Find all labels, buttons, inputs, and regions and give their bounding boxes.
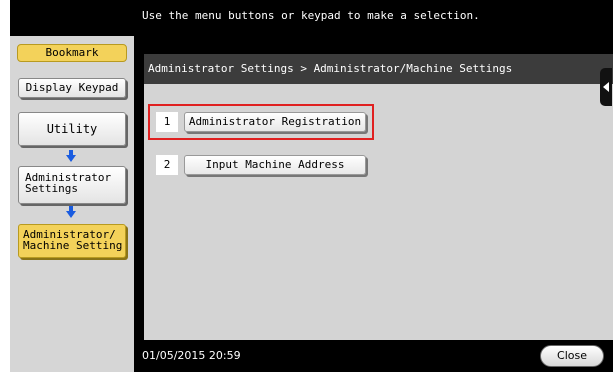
bookmark-button[interactable]: Bookmark (17, 44, 127, 62)
admin-settings-label-line2: Settings (25, 182, 78, 195)
selection-highlight (148, 104, 374, 140)
instruction-message: Use the menu buttons or keypad to make a… (142, 9, 480, 22)
down-arrow-icon (66, 206, 76, 218)
input-machine-address-button[interactable]: Input Machine Address (184, 155, 366, 175)
main-area: Use the menu buttons or keypad to make a… (134, 0, 613, 372)
left-sidebar: Bookmark Display Keypad Utility Administ… (10, 0, 134, 372)
breadcrumb: Administrator Settings > Administrator/M… (148, 62, 513, 75)
utility-button[interactable]: Utility (18, 112, 126, 146)
status-bar: 01/05/2015 20:59 Close (134, 340, 613, 372)
close-button[interactable]: Close (540, 345, 604, 367)
datetime: 01/05/2015 20:59 (142, 349, 241, 362)
machine-setting-label-line2: Machine Setting (23, 239, 123, 252)
sidebar-header (10, 0, 134, 36)
item-number: 2 (156, 155, 178, 175)
administrator-settings-button[interactable]: Administrator Settings (18, 166, 126, 204)
display-keypad-button[interactable]: Display Keypad (18, 78, 126, 98)
panel-collapse-icon[interactable] (600, 68, 612, 106)
machine-setting-button[interactable]: Administrator/ Machine Setting (18, 224, 126, 258)
down-arrow-icon (66, 150, 76, 162)
panel-title-bar: Administrator Settings > Administrator/M… (144, 54, 613, 84)
